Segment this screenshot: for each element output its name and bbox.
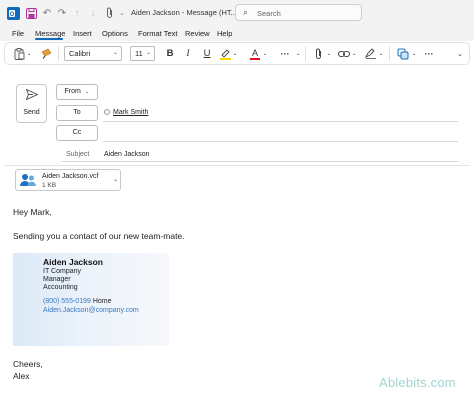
chevron-down-icon: ⌄: [145, 50, 151, 56]
link-icon[interactable]: [337, 46, 350, 61]
attachment-filename: Aiden Jackson.vcf: [42, 173, 99, 180]
tab-review[interactable]: Review: [185, 29, 210, 38]
attachment-size: 1 KB: [42, 182, 57, 189]
font-color-dropdown-icon[interactable]: ⌄: [262, 46, 268, 61]
send-icon: [25, 88, 39, 103]
ablebits-watermark: Ablebits.com: [379, 375, 456, 390]
copilot-dropdown-icon[interactable]: ⌄: [411, 46, 417, 61]
active-tab-indicator: [35, 38, 63, 40]
signature-text: Alex: [13, 371, 30, 381]
chevron-down-icon[interactable]: ⌄: [113, 176, 118, 183]
cc-button[interactable]: Cc: [56, 125, 98, 141]
paste-dropdown-icon[interactable]: ⌄: [26, 46, 32, 61]
header-divider: [4, 165, 470, 166]
paste-icon[interactable]: [12, 46, 26, 61]
outlook-app-icon: O: [6, 6, 20, 20]
undo-icon[interactable]: ↶: [40, 6, 54, 20]
qat-customize-icon[interactable]: ⌄: [115, 6, 129, 20]
menu-bar: [0, 26, 474, 41]
more-format-button[interactable]: ···: [278, 46, 292, 61]
to-label: To: [73, 109, 81, 116]
tab-format-text[interactable]: Format Text: [138, 29, 177, 38]
signature-dropdown-icon[interactable]: ⌄: [378, 46, 384, 61]
up-arrow-icon[interactable]: ↑: [70, 6, 84, 20]
tab-help[interactable]: Help: [217, 29, 232, 38]
from-label: From: [64, 88, 81, 95]
font-size-value: 11: [135, 49, 143, 58]
font-color-glyph: A: [251, 47, 258, 58]
format-painter-icon[interactable]: [40, 46, 53, 61]
card-email[interactable]: Aiden.Jackson@company.com: [43, 307, 139, 314]
card-title: Manager: [43, 276, 71, 283]
to-field-line: [103, 121, 458, 122]
window-title: Aiden Jackson - Message (HT...: [131, 8, 237, 17]
save-icon[interactable]: [24, 6, 38, 20]
italic-button[interactable]: I: [183, 46, 193, 61]
tab-message[interactable]: Message: [35, 29, 65, 38]
font-size-select[interactable]: 11 ⌄: [130, 46, 155, 61]
attach-icon[interactable]: [102, 6, 116, 20]
font-name-select[interactable]: Calibri ⌄: [64, 46, 122, 61]
tab-options[interactable]: Options: [102, 29, 128, 38]
bold-button[interactable]: B: [164, 46, 176, 61]
contact-card-icon: [20, 173, 36, 188]
presence-icon: [104, 109, 110, 115]
font-color-bar: [250, 57, 260, 60]
search-placeholder: Search: [257, 9, 281, 18]
greeting-text: Hey Mark,: [13, 207, 52, 217]
subject-label: Subject: [66, 151, 90, 158]
attach-file-icon[interactable]: [312, 46, 324, 61]
chevron-down-icon: ⌄: [84, 89, 90, 95]
ribbon-separator: [389, 46, 390, 61]
font-name-value: Calibri: [69, 49, 91, 58]
message-text: Sending you a contact of our new team-ma…: [13, 231, 185, 241]
to-recipient[interactable]: Mark Smith: [104, 109, 148, 116]
card-phone-label: Home: [92, 298, 112, 305]
down-arrow-icon[interactable]: ↓: [86, 6, 100, 20]
search-icon: ⌕: [243, 7, 249, 17]
attachment-chip[interactable]: Aiden Jackson.vcf 1 KB ⌄: [15, 169, 121, 191]
card-phone: (800) 555-0199 Home: [43, 298, 112, 305]
ribbon-separator: [58, 46, 59, 61]
tab-insert[interactable]: Insert: [73, 29, 92, 38]
overflow-dropdown-icon[interactable]: ⌄: [295, 46, 301, 61]
chevron-down-icon: ⌄: [112, 50, 118, 56]
tab-file[interactable]: File: [12, 29, 24, 38]
card-department: Accounting: [43, 284, 78, 291]
attach-dropdown-icon[interactable]: ⌄: [326, 46, 332, 61]
cc-label: Cc: [72, 129, 82, 136]
font-color-button[interactable]: A: [249, 46, 261, 61]
ribbon-collapse-icon[interactable]: ⌄: [455, 46, 465, 61]
to-button[interactable]: To: [56, 105, 98, 121]
link-dropdown-icon[interactable]: ⌄: [351, 46, 357, 61]
search-input[interactable]: ⌕ Search: [235, 4, 362, 21]
card-company: IT Company: [43, 268, 81, 275]
redo-icon[interactable]: ↷: [55, 6, 69, 20]
closing-text: Cheers,: [13, 359, 43, 369]
card-phone-number[interactable]: (800) 555-0199: [43, 298, 91, 305]
copilot-icon[interactable]: [396, 46, 409, 61]
highlight-icon[interactable]: [219, 46, 231, 61]
send-button[interactable]: Send: [16, 84, 47, 123]
subject-field-line: [62, 161, 458, 162]
recipient-name: Mark Smith: [113, 109, 149, 116]
signature-icon[interactable]: [364, 46, 377, 61]
card-name: Aiden Jackson: [43, 257, 103, 267]
underline-button[interactable]: U: [201, 46, 213, 61]
more-options-button[interactable]: ···: [422, 46, 436, 61]
from-button[interactable]: From ⌄: [56, 84, 98, 100]
ribbon-separator: [305, 46, 306, 61]
send-label: Send: [23, 109, 40, 116]
subject-input[interactable]: Aiden Jackson: [104, 151, 150, 158]
highlight-dropdown-icon[interactable]: ⌄: [232, 46, 238, 61]
svg-text:O: O: [9, 12, 14, 18]
cc-field-line: [103, 141, 458, 142]
